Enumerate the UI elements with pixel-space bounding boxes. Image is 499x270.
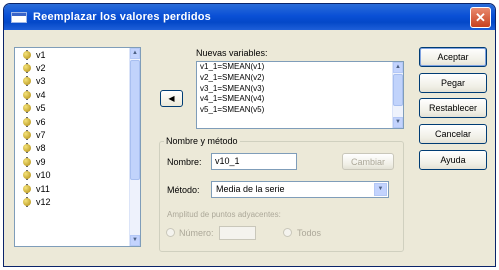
all-label: Todos	[297, 228, 322, 238]
reset-button[interactable]: Restablecer	[419, 98, 487, 118]
scale-variable-icon	[22, 170, 32, 181]
scroll-thumb[interactable]	[130, 60, 140, 180]
close-button[interactable]: ✕	[470, 7, 491, 28]
scale-variable-icon	[22, 63, 32, 74]
window-title: Reemplazar los valores perdidos	[33, 11, 211, 23]
scale-variable-icon	[22, 116, 32, 127]
window-app-icon	[11, 11, 27, 23]
scale-variable-icon	[22, 183, 32, 194]
list-item[interactable]: v11	[15, 182, 140, 195]
span-label: Amplitud de puntos adyacentes:	[167, 210, 281, 219]
scale-variable-icon	[22, 196, 32, 207]
variable-name: v1	[36, 49, 46, 60]
title-bar[interactable]: Reemplazar los valores perdidos ✕	[4, 4, 495, 30]
scale-variable-icon	[22, 89, 32, 100]
list-item[interactable]: v6	[15, 115, 140, 128]
variable-name: v7	[36, 130, 46, 141]
variable-name: v11	[36, 183, 50, 194]
variable-list-scrollbar[interactable]: ▲ ▼	[129, 48, 140, 246]
variable-name: v3	[36, 76, 46, 87]
list-item[interactable]: v7	[15, 128, 140, 141]
scale-variable-icon	[22, 49, 32, 60]
new-variables-scrollbar[interactable]: ▲ ▼	[392, 62, 403, 128]
new-variables-list[interactable]: v1_1=SMEAN(v1) v2_1=SMEAN(v2) v3_1=SMEAN(v…	[196, 61, 404, 129]
list-item[interactable]: v5_1=SMEAN(v5)	[197, 105, 403, 116]
new-variables-label: Nuevas variables:	[196, 48, 268, 58]
source-variable-list[interactable]: v1 v2 v3 v4 v5 v6 v7 v8 v9 v10 v11 v12 ▲ ▼	[14, 47, 141, 247]
method-label: Método:	[167, 185, 200, 195]
scroll-up-arrow[interactable]: ▲	[130, 48, 140, 59]
accept-button[interactable]: Aceptar	[419, 47, 487, 67]
variable-name: v2	[36, 63, 46, 74]
change-button[interactable]: Cambiar	[342, 153, 394, 170]
variable-name: v10	[36, 170, 51, 181]
scale-variable-icon	[22, 76, 32, 87]
scale-variable-icon	[22, 143, 32, 154]
new-variable-items: v1_1=SMEAN(v1) v2_1=SMEAN(v2) v3_1=SMEAN(v…	[197, 62, 403, 116]
scale-variable-icon	[22, 156, 32, 167]
method-selected-value: Media de la serie	[216, 184, 285, 194]
list-item[interactable]: v1	[15, 48, 140, 61]
variable-name: v8	[36, 143, 46, 154]
method-select[interactable]: Media de la serie ▼	[211, 181, 389, 198]
list-item[interactable]: v5	[15, 102, 140, 115]
list-item[interactable]: v2	[15, 61, 140, 74]
list-item[interactable]: v3_1=SMEAN(v3)	[197, 84, 403, 95]
list-item[interactable]: v4_1=SMEAN(v4)	[197, 94, 403, 105]
chevron-down-icon[interactable]: ▼	[374, 183, 387, 196]
scroll-down-arrow[interactable]: ▼	[130, 235, 140, 246]
group-title: Nombre y método	[164, 136, 240, 146]
list-item[interactable]: v8	[15, 142, 140, 155]
list-item[interactable]: v3	[15, 75, 140, 88]
number-label: Número:	[179, 228, 214, 238]
help-button[interactable]: Ayuda	[419, 150, 487, 170]
scale-variable-icon	[22, 103, 32, 114]
name-label: Nombre:	[167, 157, 202, 167]
variable-items: v1 v2 v3 v4 v5 v6 v7 v8 v9 v10 v11 v12	[15, 48, 140, 209]
name-input[interactable]: v10_1	[211, 153, 297, 170]
list-item[interactable]: v4	[15, 88, 140, 101]
all-radio[interactable]	[283, 228, 292, 237]
variable-name: v6	[36, 116, 46, 127]
list-item[interactable]: v10	[15, 169, 140, 182]
variable-name: v4	[36, 89, 46, 100]
number-spinner[interactable]	[219, 226, 256, 240]
number-radio[interactable]	[166, 228, 175, 237]
list-item[interactable]: v9	[15, 155, 140, 168]
list-item[interactable]: v2_1=SMEAN(v2)	[197, 73, 403, 84]
variable-name: v5	[36, 103, 46, 114]
cancel-button[interactable]: Cancelar	[419, 124, 487, 144]
variable-name: v9	[36, 156, 46, 167]
scale-variable-icon	[22, 130, 32, 141]
variable-name: v12	[36, 196, 51, 207]
scroll-thumb[interactable]	[393, 74, 403, 106]
paste-button[interactable]: Pegar	[419, 73, 487, 93]
list-item[interactable]: v12	[15, 195, 140, 208]
move-variable-button[interactable]: ◀	[160, 90, 183, 107]
scroll-up-arrow[interactable]: ▲	[393, 62, 403, 73]
scroll-down-arrow[interactable]: ▼	[393, 117, 403, 128]
list-item[interactable]: v1_1=SMEAN(v1)	[197, 62, 403, 73]
